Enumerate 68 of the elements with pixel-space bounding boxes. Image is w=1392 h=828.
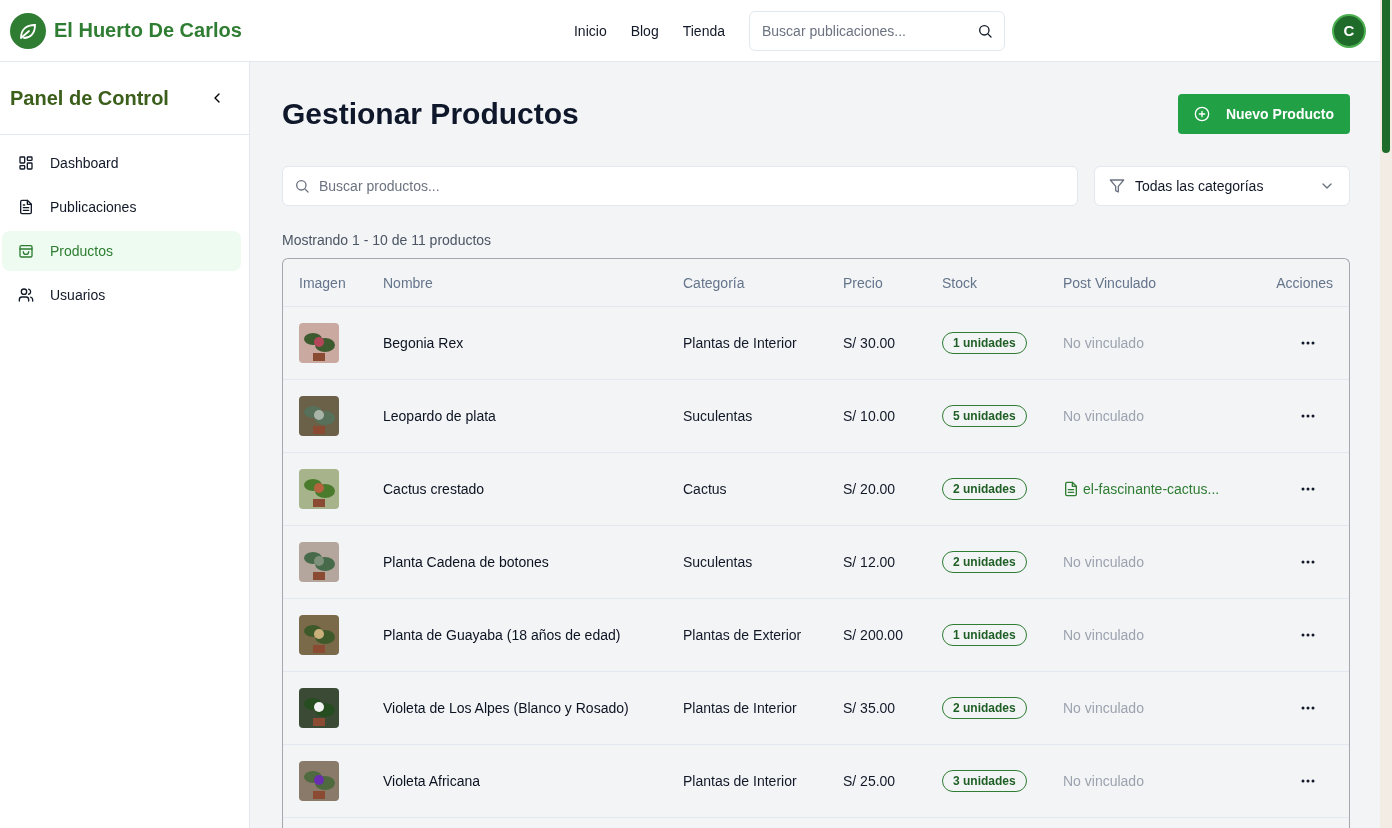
nav-link[interactable]: Tienda [682, 22, 725, 39]
search-icon [977, 22, 993, 39]
more-icon [1301, 560, 1315, 564]
users-icon [18, 287, 34, 303]
category-select[interactable]: Todas las categorías [1094, 166, 1350, 206]
page-title: Gestionar Productos [282, 97, 579, 131]
price-cell-text: S/ 20.00 [843, 481, 897, 497]
post-status: No vinculado [1063, 773, 1145, 789]
plus-circle-icon [1193, 106, 1210, 122]
scrollbar[interactable] [1380, 0, 1392, 828]
more-icon [1301, 706, 1315, 710]
user-avatar[interactable]: C [1332, 13, 1366, 48]
price-cell-text: S/ 10.00 [843, 408, 897, 424]
sidebar-title: Panel de Control [10, 86, 169, 110]
post-status: No vinculado [1063, 335, 1145, 351]
price-cell-text: S/ 30.00 [843, 335, 897, 351]
bag-icon [18, 243, 34, 259]
product-name: Leopardo de plata [383, 408, 497, 424]
category-cell-text: Plantas de Interior [683, 700, 798, 716]
category-cell-text: Suculentas [683, 408, 754, 424]
column-header: Precio [843, 274, 884, 291]
price-cell-text: S/ 35.00 [843, 700, 897, 716]
post-status: No vinculado [1063, 627, 1145, 643]
nav-link[interactable]: Blog [630, 22, 659, 39]
category-cell-text: Cactus [683, 481, 728, 497]
price-cell-text: S/ 200.00 [843, 627, 904, 643]
dashboard-icon [18, 155, 34, 171]
product-name: Violeta de Los Alpes (Blanco y Rosado) [383, 700, 630, 716]
more-icon [1301, 414, 1315, 418]
column-header: Imagen [299, 274, 347, 291]
more-icon [1301, 633, 1315, 637]
column-header: Nombre [383, 274, 434, 291]
category-cell-text: Plantas de Interior [683, 773, 798, 789]
more-icon [1301, 779, 1315, 783]
nav-link[interactable]: Inicio [574, 22, 607, 39]
leaf-logo-icon [10, 12, 46, 49]
filter-icon [1109, 178, 1125, 194]
column-header: Categoría [683, 274, 746, 291]
column-header: Post Vinculado [1063, 274, 1158, 291]
post-status: No vinculado [1063, 554, 1145, 570]
product-name: Cactus crestado [383, 481, 486, 497]
category-cell-text: Plantas de Interior [683, 335, 798, 351]
post-link[interactable]: el-fascinante-cactus... [1063, 481, 1253, 497]
product-search-field[interactable]: Buscar productos... [282, 166, 1078, 206]
search-field[interactable]: Buscar publicaciones... [749, 10, 1005, 51]
column-header: Stock [942, 274, 978, 291]
document-icon [1063, 481, 1079, 497]
sidebar-item[interactable]: Usuarios [2, 275, 241, 315]
more-icon [1301, 487, 1315, 491]
category-cell-text: Plantas de Exterior [683, 627, 803, 643]
sidebar-item[interactable]: Dashboard [2, 143, 241, 183]
more-icon [1301, 341, 1315, 345]
post-status: No vinculado [1063, 408, 1145, 424]
search-icon [294, 178, 310, 194]
price-cell-text: S/ 12.00 [843, 554, 897, 570]
brand-name[interactable]: El Huerto De Carlos [54, 19, 242, 42]
results-summary: Mostrando 1 - 10 de 11 productos [282, 232, 493, 248]
post-status: No vinculado [1063, 700, 1145, 716]
sidebar-item[interactable]: Productos [2, 231, 241, 271]
price-cell-text: S/ 25.00 [843, 773, 897, 789]
product-name: Violeta Africana [383, 773, 482, 789]
product-name: Planta de Guayaba (18 años de edad) [383, 627, 622, 643]
document-icon [18, 199, 34, 215]
product-name: Planta Cadena de botones [383, 554, 550, 570]
product-name: Begonia Rex [383, 335, 465, 351]
category-cell-text: Suculentas [683, 554, 754, 570]
column-header: Acciones [1275, 274, 1333, 291]
sidebar-item[interactable]: Publicaciones [2, 187, 241, 227]
